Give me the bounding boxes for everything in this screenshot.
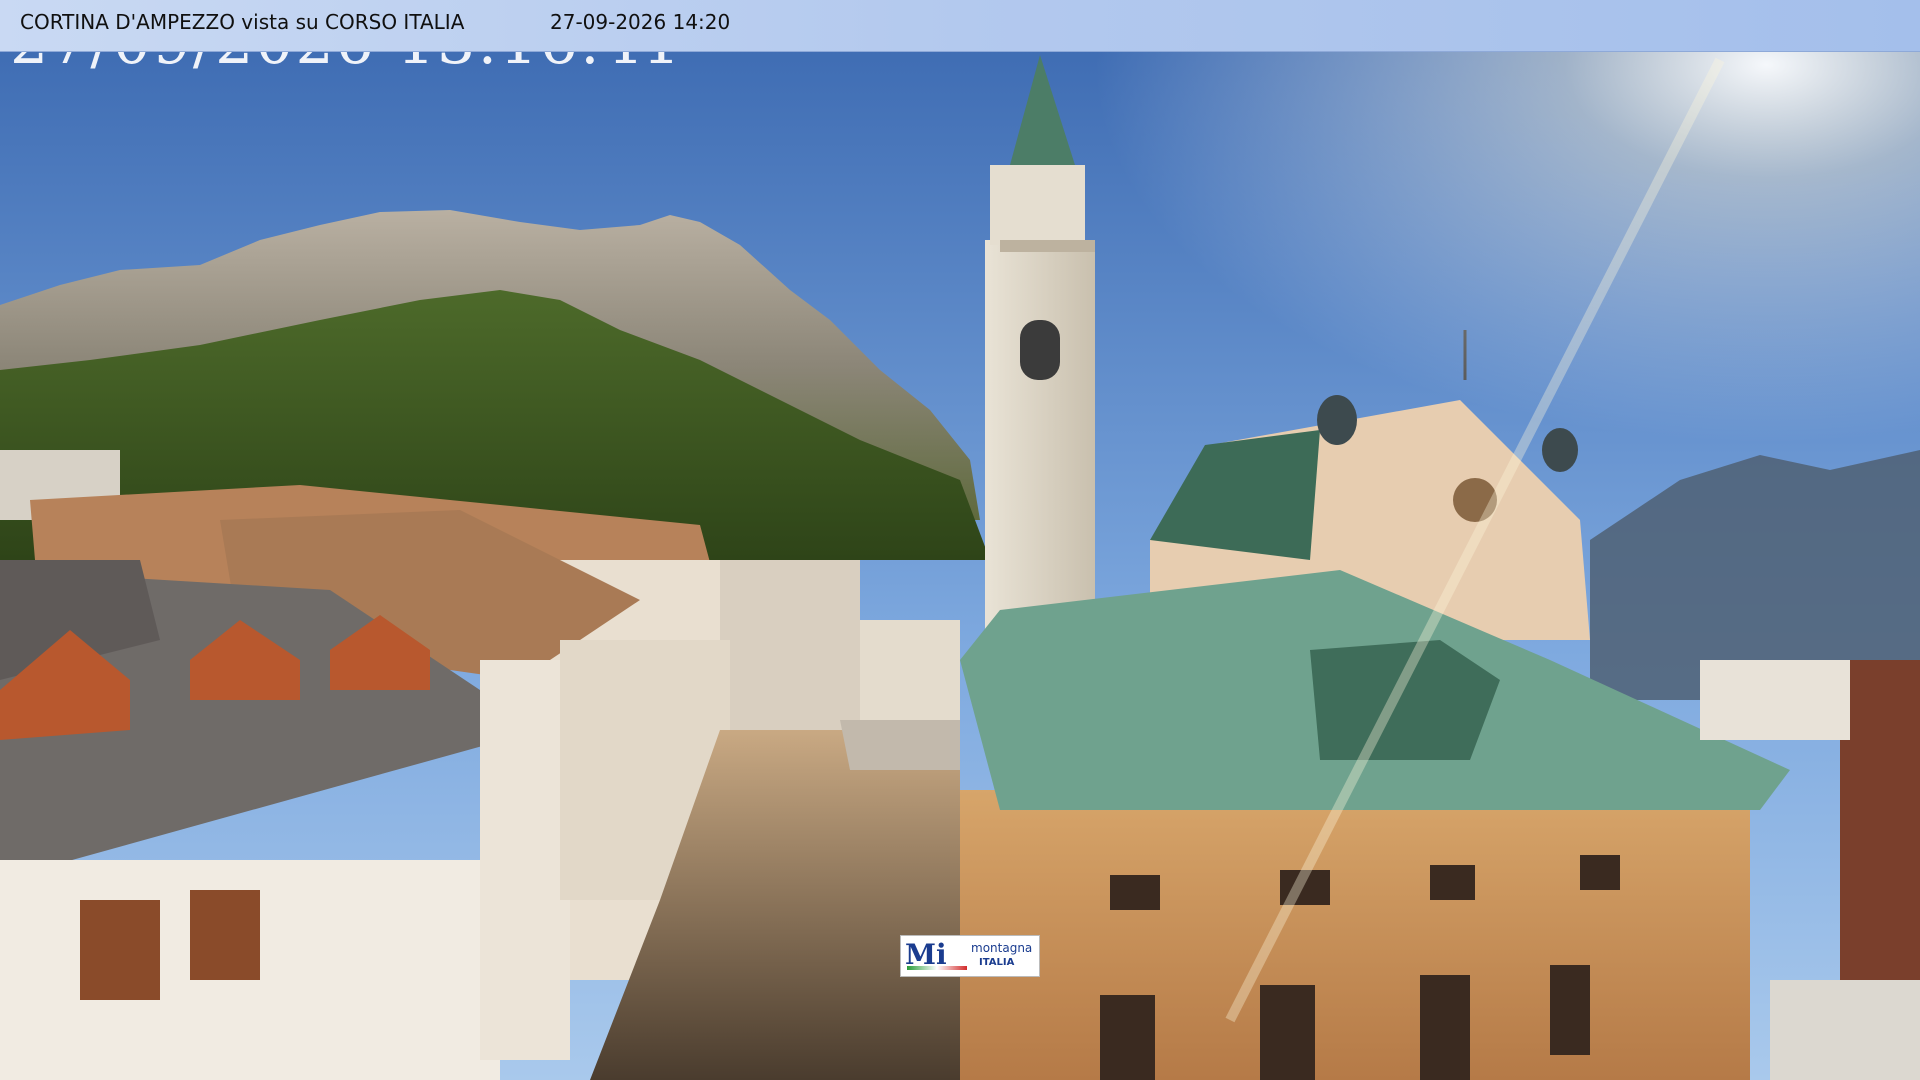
- logo-line1: montagna: [971, 941, 1033, 955]
- webcam-frame: 27/09/2026 13:16:41 CORTINA D'AMPEZZO vi…: [0, 0, 1920, 1080]
- sun-glare: [0, 0, 1920, 1080]
- montagna-italia-logo[interactable]: Mi montagna ITALIA: [900, 935, 1040, 977]
- webcam-header-bar: CORTINA D'AMPEZZO vista su CORSO ITALIA …: [0, 0, 1920, 52]
- webcam-title: CORTINA D'AMPEZZO vista su CORSO ITALIA: [20, 10, 465, 34]
- logo-line2: ITALIA: [979, 957, 1015, 968]
- webcam-datetime: 27-09-2026 14:20: [550, 10, 731, 34]
- tricolor-swoosh-icon: [907, 966, 967, 970]
- webcam-image: [0, 0, 1920, 1080]
